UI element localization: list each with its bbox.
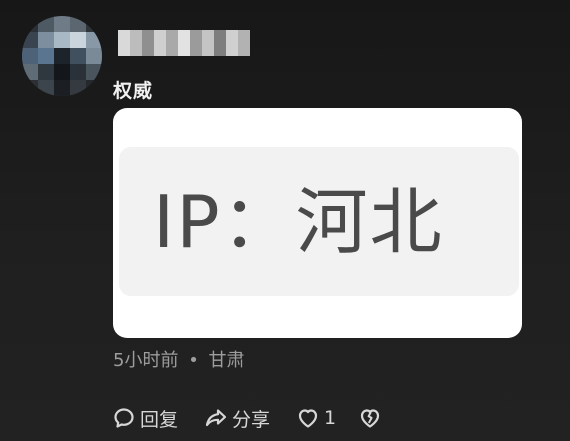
comment-meta: 5小时前 • 甘肃 xyxy=(113,346,245,372)
share-button[interactable]: 分享 xyxy=(204,405,270,432)
comment-actions: 回复 分享 1 xyxy=(112,403,412,433)
meta-separator: • xyxy=(188,350,199,371)
ip-screenshot: IP：河北 xyxy=(119,147,519,296)
share-label: 分享 xyxy=(232,408,271,431)
comment-item: 权威 IP：河北 5小时前 • 甘肃 回复 分享 1 xyxy=(0,0,570,441)
comment-time: 5小时前 xyxy=(113,350,179,371)
heart-icon xyxy=(298,409,318,428)
like-count: 1 xyxy=(324,407,337,429)
ip-image-text: IP：河北 xyxy=(153,180,444,264)
comment-text: 权威 xyxy=(113,80,154,102)
username-redacted[interactable] xyxy=(118,30,250,56)
broken-heart-icon xyxy=(361,409,380,428)
comment-location: 甘肃 xyxy=(208,350,245,371)
reply-button[interactable]: 回复 xyxy=(112,405,178,432)
comment-image[interactable]: IP：河北 xyxy=(113,108,522,338)
share-arrow-icon xyxy=(205,409,227,427)
speech-bubble-icon xyxy=(114,408,134,428)
dislike-button[interactable] xyxy=(358,406,386,430)
avatar[interactable] xyxy=(22,16,102,96)
reply-label: 回复 xyxy=(140,408,179,431)
like-button[interactable]: 1 xyxy=(296,406,336,430)
